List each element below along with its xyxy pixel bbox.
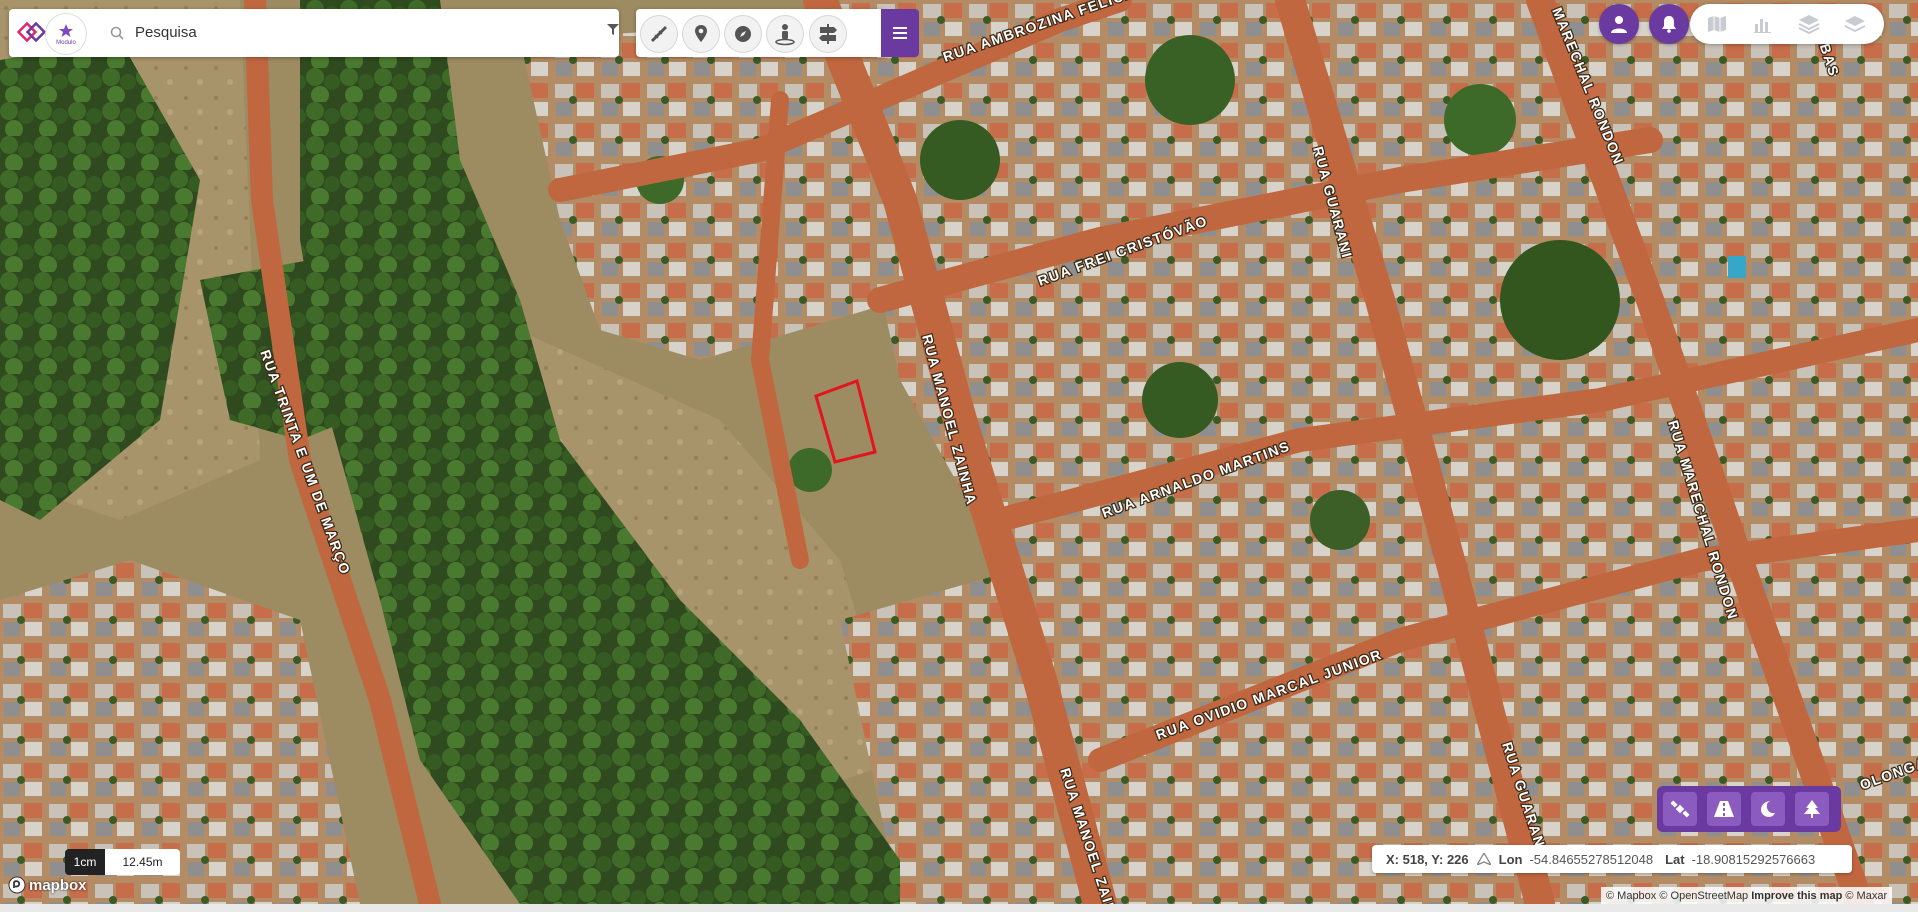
attribution-maxar[interactable]: © Maxar: [1845, 890, 1887, 902]
mapbox-logo-icon: [8, 876, 26, 894]
menu-button[interactable]: [881, 9, 919, 57]
satellite-map[interactable]: RUA AMBROZINA FELICAR RUA GUARANI MARECH…: [0, 0, 1918, 904]
signpost-icon: [819, 24, 837, 44]
roads-style-button[interactable]: [1707, 792, 1741, 826]
person-pin-icon: [775, 24, 795, 46]
map-style-panel: [1657, 786, 1841, 832]
star-logo-icon: [59, 23, 73, 37]
user-button[interactable]: [1599, 4, 1639, 44]
coordinates-readout: X: 518, Y: 226 Lon -54.84655278512048 La…: [1372, 845, 1852, 873]
map-attribution: © Mapbox © OpenStreetMap Improve this ma…: [1601, 887, 1893, 904]
scale-unit: 1cm: [65, 849, 105, 875]
notifications-button[interactable]: [1649, 4, 1689, 44]
map-icon: [1708, 16, 1726, 32]
3d-layers-button[interactable]: [1794, 9, 1824, 39]
mapbox-logo-text: mapbox: [29, 876, 87, 894]
attribution-mapbox[interactable]: © Mapbox: [1606, 890, 1656, 902]
tree-icon: [1804, 800, 1820, 818]
moon-icon: [1761, 801, 1775, 817]
map-bottom-edge: [0, 904, 1918, 912]
terrain-style-button[interactable]: [1795, 792, 1829, 826]
marker-tool-button[interactable]: [683, 16, 719, 52]
layer-switcher: [1690, 4, 1884, 44]
bell-icon: [1662, 16, 1676, 33]
search-input[interactable]: Pesquisa: [135, 24, 197, 41]
directions-button[interactable]: [810, 16, 846, 52]
layers-3d-icon: [1798, 15, 1820, 34]
lat-value: -18.90815292576663: [1691, 851, 1816, 867]
xy-readout: X: 518, Y: 226: [1386, 851, 1469, 867]
app-logo-icon[interactable]: [16, 17, 49, 49]
bar-chart-icon: [1754, 19, 1771, 33]
statistics-button[interactable]: [1748, 9, 1778, 39]
lon-value: -54.84655278512048: [1529, 851, 1654, 867]
lat-label: Lat: [1665, 851, 1685, 867]
road-icon: [1714, 801, 1734, 817]
improve-map-link[interactable]: Improve this map: [1751, 890, 1842, 902]
stack-icon: [1845, 16, 1865, 32]
attribution-osm[interactable]: © OpenStreetMap: [1659, 890, 1748, 902]
map-view-button[interactable]: [1702, 9, 1732, 39]
scale-value: 12.45m: [105, 849, 180, 875]
search-icon: [110, 26, 124, 40]
measure-icon: [650, 25, 668, 43]
filter-icon[interactable]: [607, 24, 619, 36]
measure-tool-button[interactable]: [641, 16, 677, 52]
navigation-tool-button[interactable]: [725, 16, 761, 52]
compass-icon: [735, 26, 751, 42]
map-tools-panel: [636, 9, 886, 57]
mapbox-logo[interactable]: mapbox: [8, 876, 87, 894]
lon-label: Lon: [1498, 851, 1523, 867]
dark-style-button[interactable]: [1751, 792, 1785, 826]
search-panel: Modulo Pesquisa: [9, 9, 619, 57]
satellite-style-button[interactable]: [1663, 792, 1697, 826]
map-scale: 1cm 12.45m: [65, 849, 180, 875]
user-icon: [1611, 16, 1627, 33]
pin-icon: [695, 25, 707, 42]
satellite-icon: [1670, 800, 1690, 818]
menu-icon: [893, 27, 907, 39]
street-view-button[interactable]: [767, 16, 803, 52]
org-logo-text: Modulo: [56, 39, 76, 46]
base-layers-button[interactable]: [1840, 9, 1870, 39]
direction-icon: [1476, 853, 1491, 865]
org-logo: Modulo: [46, 14, 86, 54]
